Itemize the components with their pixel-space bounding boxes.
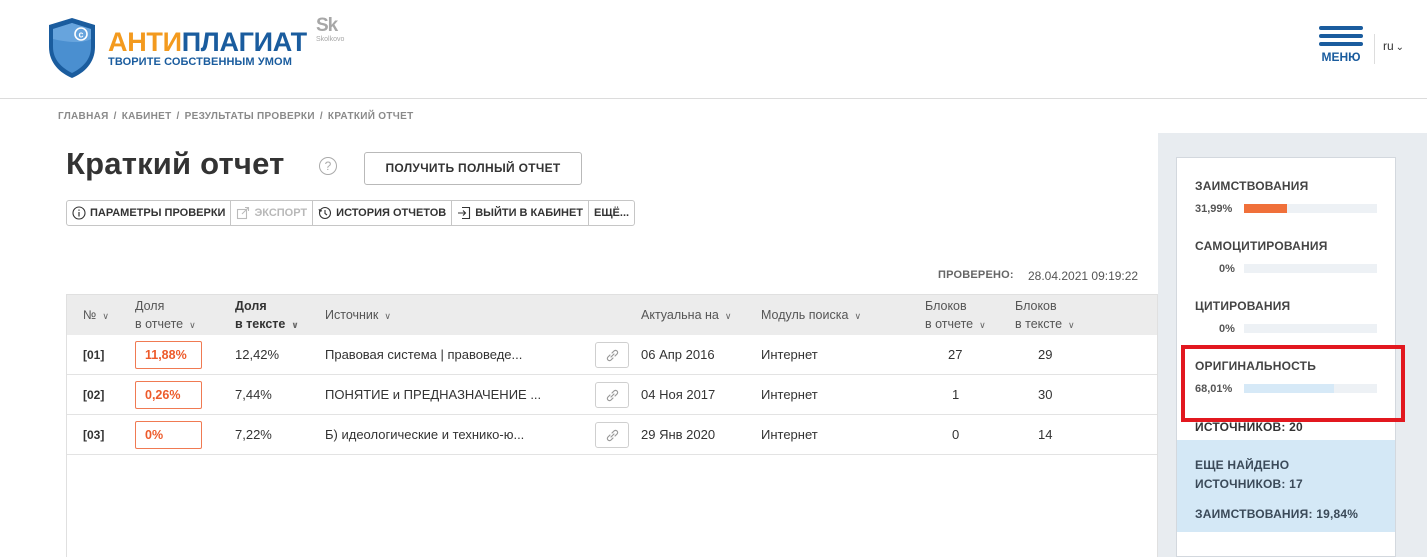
source-link-button[interactable] (595, 422, 629, 448)
col-blocks-report[interactable]: Блоков в отчете ∨ (925, 297, 986, 334)
sources-count: ИСТОЧНИКОВ: 20 (1195, 420, 1303, 434)
source-link-button[interactable] (595, 382, 629, 408)
menu-button[interactable]: МЕНЮ (1318, 26, 1364, 64)
share-text: 7,22% (235, 427, 272, 442)
cite-value: 0% (1219, 323, 1235, 335)
search-module: Интернет (761, 347, 818, 362)
source-link-button[interactable] (595, 342, 629, 368)
borrowings-bar (1244, 204, 1377, 213)
col-source[interactable]: Источник ∨ (325, 306, 391, 325)
table-row[interactable]: [01] 11,88% 12,42% Правовая система | пр… (67, 335, 1157, 375)
search-module: Интернет (761, 387, 818, 402)
top-header: c АНТИПЛАГИАТ ТВОРИТЕ СОБСТВЕННЫМ УМОМ S… (0, 0, 1427, 99)
brand-part-1: АНТИ (108, 27, 182, 57)
col-blocks-text[interactable]: Блоков в тексте ∨ (1015, 297, 1075, 334)
col-num[interactable]: № ∨ (83, 306, 109, 325)
cite-bar (1244, 324, 1377, 333)
breadcrumb: ГЛАВНАЯ / КАБИНЕТ / РЕЗУЛЬТАТЫ ПРОВЕРКИ / КРАТ… (58, 111, 414, 122)
row-number: [03] (83, 428, 105, 442)
selfcite-bar (1244, 264, 1377, 273)
chevron-down-icon: ∨ (724, 311, 732, 321)
borrowings-label: ЗАИМСТВОВАНИЯ (1195, 179, 1309, 193)
breadcrumb-home[interactable]: ГЛАВНАЯ (58, 111, 109, 122)
col-share-report[interactable]: Доля в отчете ∨ (135, 297, 196, 334)
brand-logo[interactable]: АНТИПЛАГИАТ ТВОРИТЕ СОБСТВЕННЫМ УМОМ (108, 27, 307, 68)
skolkovo-logo: Sk Skolkovo (316, 15, 345, 44)
menu-label: МЕНЮ (1321, 50, 1361, 64)
cite-label: ЦИТИРОВАНИЯ (1195, 299, 1291, 313)
link-icon (606, 349, 619, 362)
source-name[interactable]: Б) идеологические и технико-ю... (325, 427, 524, 442)
search-module: Интернет (761, 427, 818, 442)
divider (1374, 34, 1375, 64)
svg-text:c: c (78, 30, 83, 40)
actual-date: 06 Апр 2016 (641, 347, 715, 362)
hamburger-icon (1318, 26, 1364, 46)
brand-part-2: ПЛАГИАТ (181, 27, 307, 57)
share-text: 12,42% (235, 347, 280, 362)
actual-date: 29 Янв 2020 (641, 427, 716, 442)
col-module[interactable]: Модуль поиска ∨ (761, 306, 861, 325)
report-toolbar: ПАРАМЕТРЫ ПРОВЕРКИ ЭКСПОРТ ИСТОРИЯ ОТЧЕТ… (66, 200, 636, 226)
language-selector[interactable]: ru ⌄ (1383, 39, 1404, 53)
table-row[interactable]: [03] 0% 7,22% Б) идеологические и техник… (67, 415, 1157, 455)
export-icon (237, 206, 250, 220)
breadcrumb-results[interactable]: РЕЗУЛЬТАТЫ ПРОВЕРКИ (185, 111, 315, 122)
full-report-button[interactable]: ПОЛУЧИТЬ ПОЛНЫЙ ОТЧЕТ (364, 152, 582, 185)
row-number: [02] (83, 388, 105, 402)
link-icon (606, 429, 619, 442)
selfcite-value: 0% (1219, 263, 1235, 275)
params-button[interactable]: ПАРАМЕТРЫ ПРОВЕРКИ (67, 201, 232, 225)
table-header: № ∨ Доля в отчете ∨ Доля в тексте ∨ Источник ∨… (67, 295, 1157, 335)
chevron-down-icon: ∨ (1068, 320, 1075, 330)
chevron-down-icon: ∨ (854, 311, 862, 321)
sources-table: № ∨ Доля в отчете ∨ Доля в тексте ∨ Источник ∨… (66, 294, 1158, 557)
row-number: [01] (83, 348, 105, 362)
link-icon (606, 389, 619, 402)
exit-icon (458, 206, 471, 220)
info-icon (72, 206, 86, 220)
source-name[interactable]: Правовая система | правоведе... (325, 347, 522, 362)
share-report-badge: 11,88% (135, 341, 202, 369)
checked-label: ПРОВЕРЕНО: (938, 269, 1014, 281)
page-title: Краткий отчет (66, 146, 285, 181)
checked-datetime: 28.04.2021 09:19:22 (1028, 269, 1139, 283)
blocks-report: 1 (952, 387, 960, 402)
chevron-down-icon: ∨ (189, 320, 196, 330)
sort-desc-icon: ∨ (291, 320, 299, 330)
share-report-badge: 0% (135, 421, 202, 449)
actual-date: 04 Ноя 2017 (641, 387, 716, 402)
blocks-report: 27 (948, 347, 963, 362)
chevron-down-icon: ∨ (102, 311, 110, 321)
selfcite-label: САМОЦИТИРОВАНИЯ (1195, 239, 1328, 253)
breadcrumb-current: КРАТКИЙ ОТЧЕТ (327, 111, 414, 122)
history-icon (318, 206, 332, 220)
chevron-down-icon: ∨ (979, 320, 986, 330)
blocks-text: 30 (1038, 387, 1053, 402)
col-share-text[interactable]: Доля в тексте ∨ (235, 297, 299, 334)
borrowings-bar-fill (1244, 204, 1287, 213)
table-row[interactable]: [02] 0,26% 7,44% ПОНЯТИЕ и ПРЕДНАЗНАЧЕНИ… (67, 375, 1157, 415)
originality-highlight-box (1181, 345, 1405, 422)
blocks-text: 29 (1038, 347, 1053, 362)
more-button[interactable]: ЕЩЁ... (589, 201, 634, 225)
source-name[interactable]: ПОНЯТИЕ и ПРЕДНАЗНАЧЕНИЕ ... (325, 387, 541, 402)
export-button[interactable]: ЭКСПОРТ (231, 201, 314, 225)
blocks-text: 14 (1038, 427, 1053, 442)
more-found-box: ЕЩЕ НАЙДЕНО ИСТОЧНИКОВ: 17 ЗАИМСТВОВАНИЯ… (1177, 440, 1395, 532)
shield-logo-icon[interactable]: c (47, 17, 97, 79)
exit-cabinet-button[interactable]: ВЫЙТИ В КАБИНЕТ (452, 201, 590, 225)
help-icon[interactable]: ? (319, 157, 337, 175)
brand-tagline: ТВОРИТЕ СОБСТВЕННЫМ УМОМ (108, 56, 292, 68)
borrowings-value: 31,99% (1195, 203, 1233, 215)
col-actual[interactable]: Актуальна на ∨ (641, 306, 731, 325)
history-button[interactable]: ИСТОРИЯ ОТЧЕТОВ (313, 201, 453, 225)
share-text: 7,44% (235, 387, 272, 402)
chevron-down-icon: ∨ (384, 311, 391, 321)
chevron-down-icon: ⌄ (1395, 42, 1405, 53)
breadcrumb-cabinet[interactable]: КАБИНЕТ (122, 111, 172, 122)
blocks-report: 0 (952, 427, 960, 442)
share-report-badge: 0,26% (135, 381, 202, 409)
